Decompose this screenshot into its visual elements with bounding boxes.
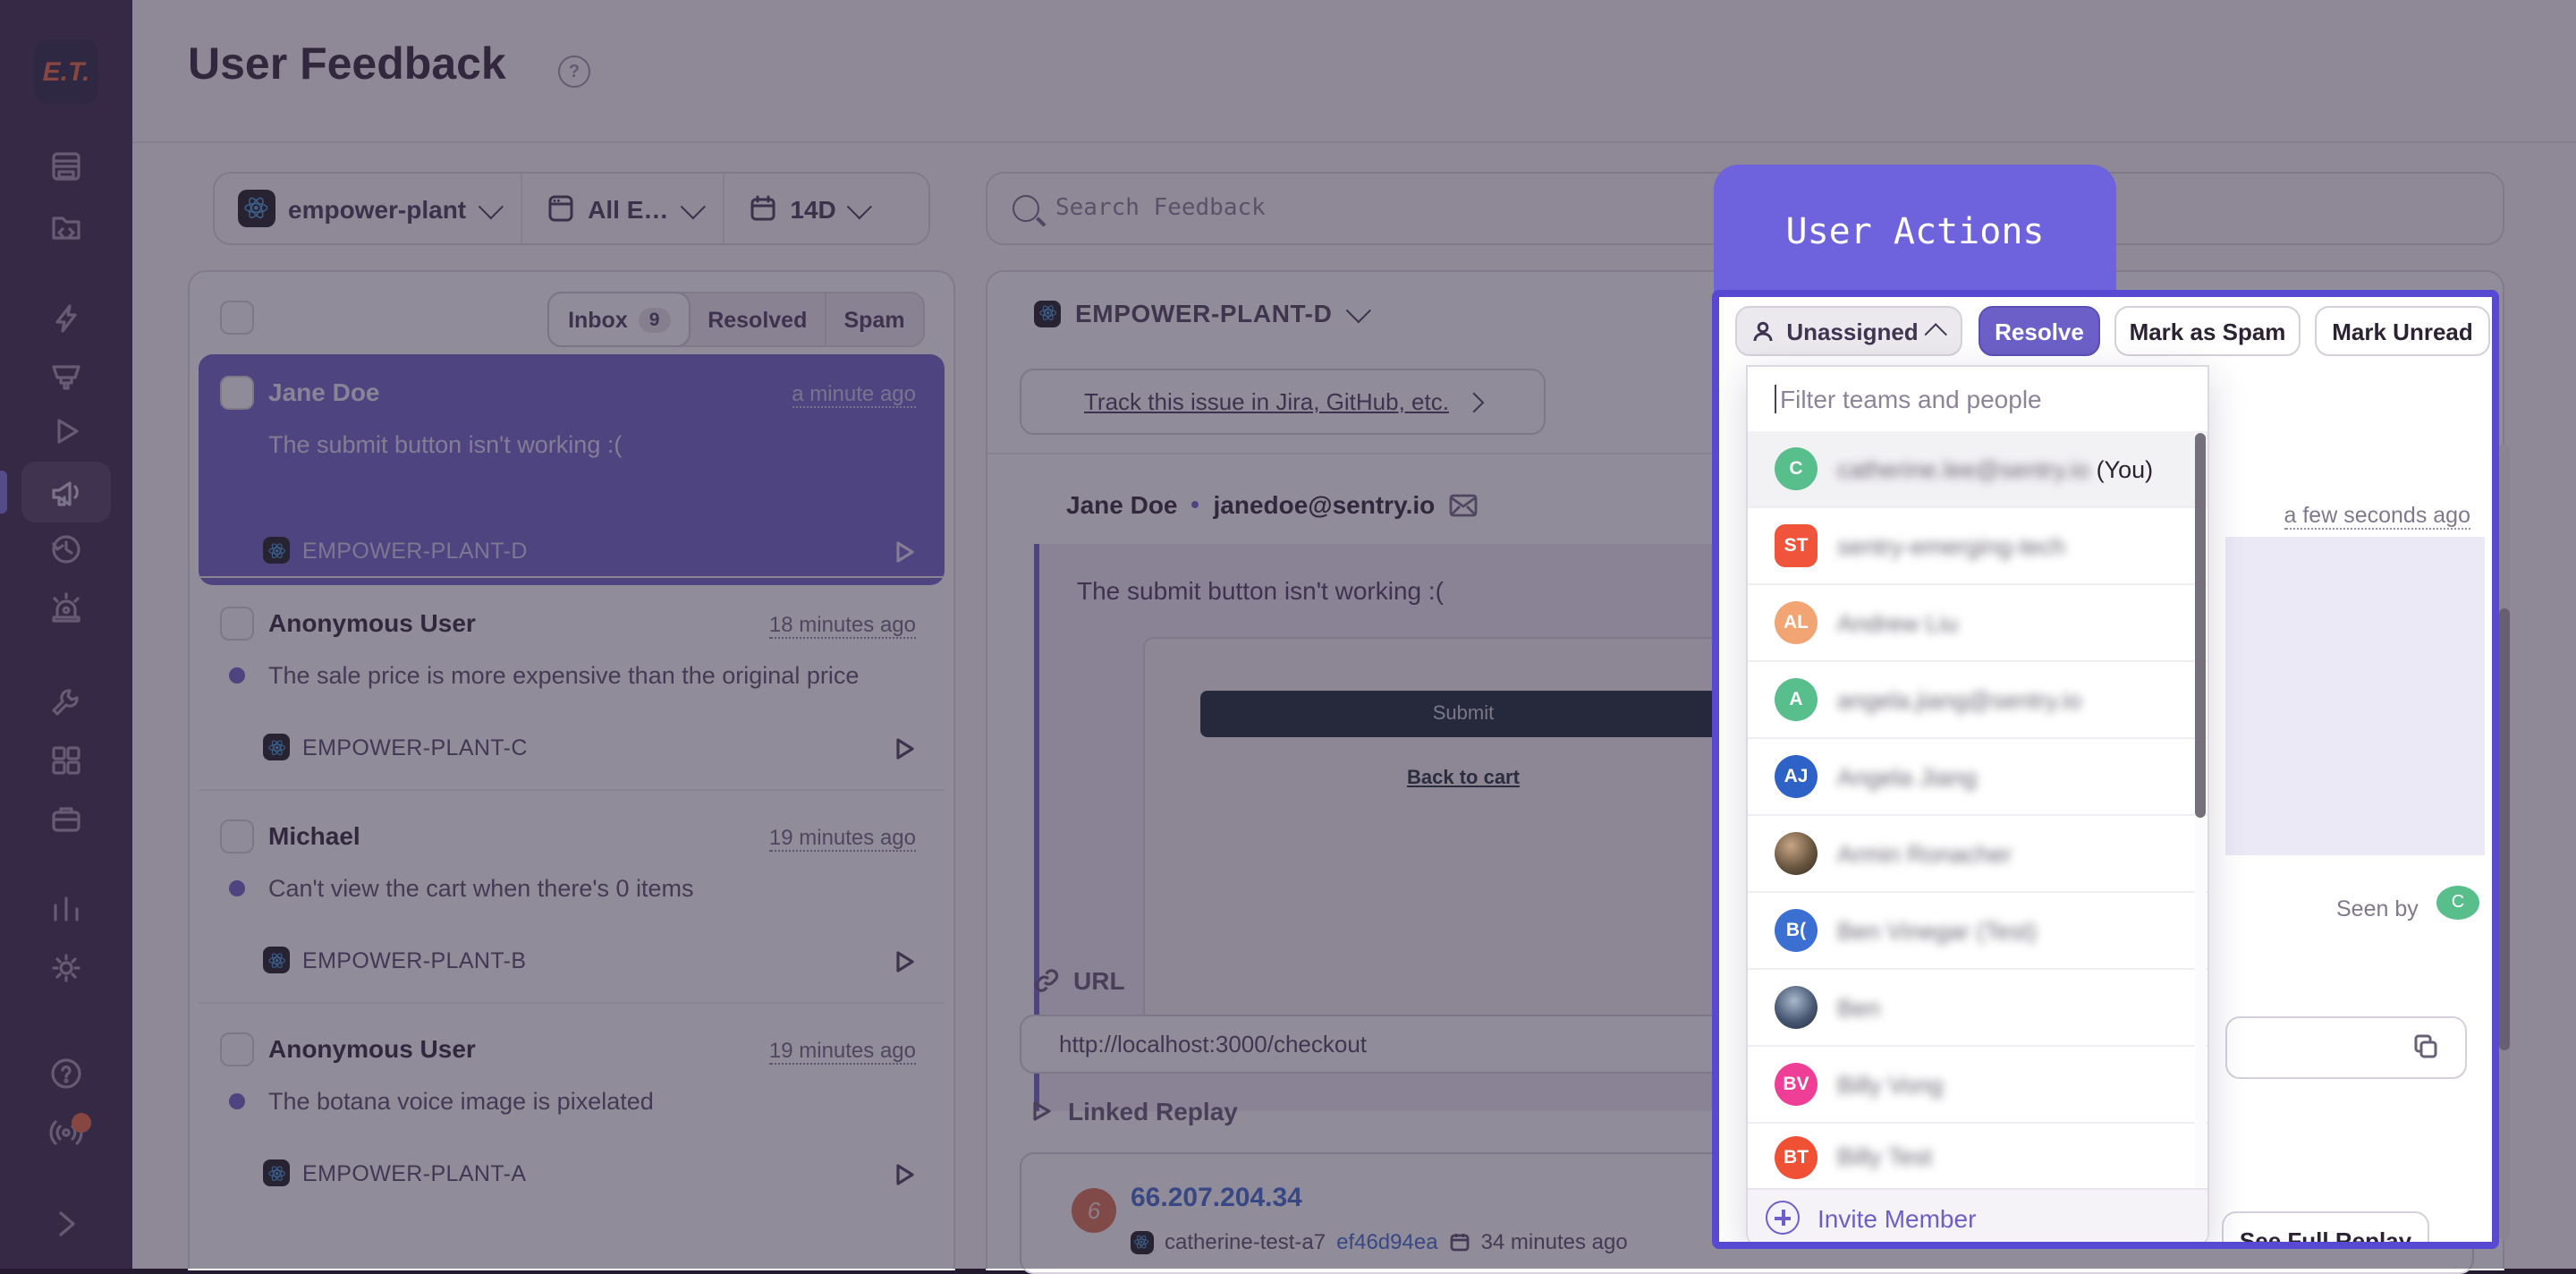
- assignee-option[interactable]: ST sentry-emerging-tech: [1748, 508, 2207, 585]
- member-name: Ben: [1837, 994, 1880, 1021]
- assignee-option[interactable]: B( Ben Vinegar (Test): [1748, 893, 2207, 970]
- resolve-button[interactable]: Resolve: [1979, 306, 2100, 356]
- member-name: Andrew Liu: [1837, 609, 1958, 636]
- dropdown-scrollbar-thumb[interactable]: [2195, 433, 2206, 818]
- assignee-dropdown: Filter teams and people Ccatherine.lee@s…: [1746, 365, 2209, 1247]
- feedback-timestamp-link[interactable]: a few seconds ago: [2284, 503, 2471, 530]
- app-window: E.T. User Feedback ? empower-plant: [0, 0, 2576, 1269]
- member-initials-avatar: C: [1775, 447, 1818, 490]
- member-name: sentry-emerging-tech: [1837, 532, 2065, 559]
- plus-circle-icon: [1766, 1201, 1800, 1235]
- member-photo-avatar: [1775, 986, 1818, 1029]
- assignee-option[interactable]: AJ Angela Jiang: [1748, 739, 2207, 816]
- see-full-replay-button[interactable]: See Full Replay: [2222, 1211, 2429, 1249]
- url-field-copy-end[interactable]: [2225, 1016, 2467, 1079]
- member-initials-avatar: A: [1775, 678, 1818, 721]
- seen-by-label: Seen by: [2336, 896, 2419, 922]
- copy-icon[interactable]: [2411, 1032, 2440, 1061]
- tour-step-tab: User Actions: [1714, 165, 2116, 297]
- assignee-option[interactable]: Aangela.jiang@sentry.io: [1748, 662, 2207, 739]
- invite-member-row[interactable]: Invite Member: [1748, 1188, 2207, 1245]
- mark-as-spam-button[interactable]: Mark as Spam: [2114, 306, 2301, 356]
- user-actions-panel: Unassigned Resolve Mark as Spam Mark Unr…: [1712, 290, 2499, 1249]
- member-photo-avatar: [1775, 832, 1818, 875]
- assignee-filter-input[interactable]: Filter teams and people: [1748, 367, 2207, 433]
- member-name: Ben Vinegar (Test): [1837, 917, 2037, 944]
- assignee-option[interactable]: BV Billy Vong: [1748, 1047, 2207, 1124]
- member-name: Angela Jiang: [1837, 763, 1977, 790]
- assignee-dropdown-button[interactable]: Unassigned: [1735, 306, 1962, 356]
- assignee-option[interactable]: AL Andrew Liu: [1748, 585, 2207, 662]
- assignee-option[interactable]: Ccatherine.lee@sentry.io (You): [1748, 431, 2207, 508]
- member-initials-avatar: ST: [1775, 524, 1818, 567]
- assignee-option[interactable]: BT Billy Test: [1748, 1124, 2207, 1192]
- seen-by-avatar: C: [2436, 886, 2479, 920]
- invite-member-label: Invite Member: [1818, 1203, 1976, 1232]
- member-initials-avatar: BT: [1775, 1135, 1818, 1178]
- assignee-option[interactable]: Ben: [1748, 970, 2207, 1047]
- member-initials-avatar: AL: [1775, 601, 1818, 644]
- member-name: Armin Ronacher: [1837, 840, 2012, 867]
- member-initials-avatar: AJ: [1775, 755, 1818, 798]
- chevron-up-icon: [1925, 322, 1947, 344]
- assignee-filter-placeholder: Filter teams and people: [1775, 385, 2042, 413]
- person-icon: [1750, 319, 1774, 343]
- member-name: angela.jiang@sentry.io: [1837, 686, 2081, 713]
- assignee-option[interactable]: Armin Ronacher: [1748, 816, 2207, 893]
- member-initials-avatar: B(: [1775, 909, 1818, 952]
- member-name: Billy Test: [1837, 1143, 1932, 1170]
- member-initials-avatar: BV: [1775, 1063, 1818, 1106]
- mark-unread-button[interactable]: Mark Unread: [2315, 306, 2490, 356]
- member-name: catherine.lee@sentry.io (You): [1837, 455, 2153, 482]
- member-name: Billy Vong: [1837, 1071, 1944, 1098]
- message-block-fragment: [2225, 537, 2485, 855]
